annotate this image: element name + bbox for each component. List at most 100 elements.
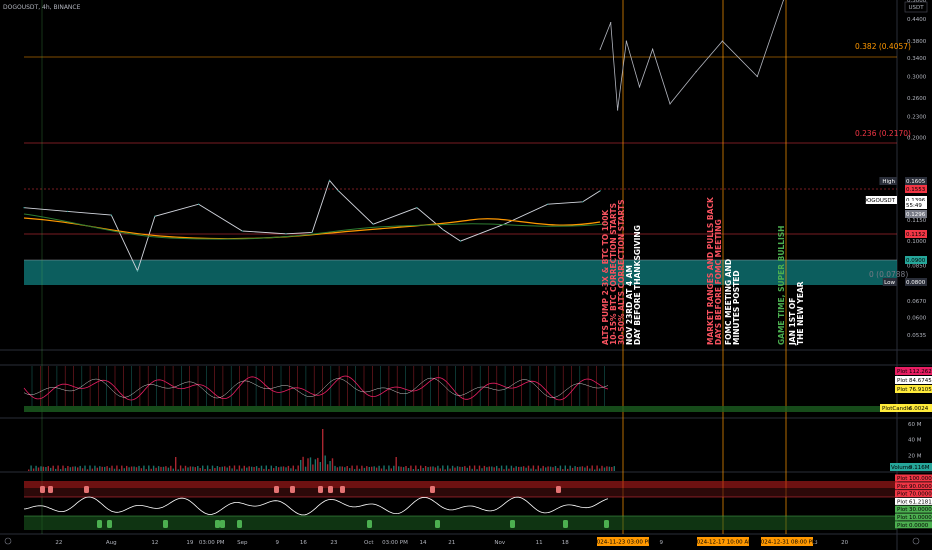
time-tick-label: 18 xyxy=(562,540,569,546)
price-tick-label: 0.4400 xyxy=(907,17,927,23)
volume-bar xyxy=(290,468,292,471)
rsi-overbought-mark xyxy=(274,486,279,493)
osc-tag-value: 76.9105 xyxy=(909,387,932,393)
volume-bar xyxy=(437,465,439,471)
volume-bar xyxy=(368,467,370,471)
rsi-oversold-mark xyxy=(563,520,568,528)
price-point xyxy=(372,223,374,225)
volume-bar xyxy=(216,466,219,471)
price-point xyxy=(241,230,243,232)
volume-bar xyxy=(606,466,608,471)
volume-bar xyxy=(451,465,454,471)
volume-bar xyxy=(189,466,192,471)
volume-bar xyxy=(304,466,307,471)
volume-tick-label: 20 M xyxy=(908,453,922,459)
volume-bar xyxy=(567,468,569,471)
volume-bar xyxy=(231,468,233,471)
price-tag-value: 0.1152 xyxy=(906,232,925,238)
volume-bar xyxy=(366,466,368,471)
volume-bar xyxy=(471,468,473,471)
volume-bar xyxy=(236,469,238,471)
time-tick-label: 23 xyxy=(330,540,337,546)
volume-bar xyxy=(385,469,388,471)
time-tag-label: 2024-12-17 10:00 AM xyxy=(693,540,753,546)
volume-bar xyxy=(179,465,182,471)
price-point xyxy=(198,203,200,205)
price-point xyxy=(311,231,313,233)
price-pane[interactable] xyxy=(0,0,897,350)
volume-bar xyxy=(126,465,128,471)
price-tick-label: 0.0535 xyxy=(907,333,927,339)
volume-bar xyxy=(89,465,91,471)
volume-bar xyxy=(81,468,84,471)
time-tag-label: 2024-12-31 08:00 PM xyxy=(757,540,817,546)
volume-bar xyxy=(478,465,481,471)
price-point xyxy=(442,229,444,231)
volume-bar xyxy=(297,465,299,471)
volume-bar xyxy=(417,469,419,471)
volume-bar xyxy=(118,469,121,471)
volume-bar xyxy=(72,466,74,471)
volume-bar xyxy=(251,466,253,471)
rsi-overbought-mark xyxy=(48,486,53,493)
volume-bar xyxy=(42,466,45,471)
volume-bar xyxy=(121,465,123,471)
volume-bar xyxy=(513,467,515,471)
volume-bar xyxy=(241,468,243,471)
volume-bar xyxy=(148,465,150,471)
rsi-oversold-mark xyxy=(604,520,609,528)
volume-bar xyxy=(530,468,532,471)
volume-bar xyxy=(339,466,341,471)
currency-label: USDT xyxy=(908,5,924,11)
price-point xyxy=(669,103,671,105)
annotation-text: DAYS BEFORE FOMC MEETING xyxy=(714,219,723,345)
time-tick-label: 03:00 PM xyxy=(382,540,408,546)
volume-bar xyxy=(351,465,353,471)
volume-bar xyxy=(611,467,613,471)
rsi-tag-label: Plot xyxy=(897,492,908,498)
price-tick-label: 0.3000 xyxy=(907,75,927,81)
price-tag-value: 0.0800 xyxy=(906,280,926,286)
volume-bar xyxy=(415,465,417,471)
price-tag-value: 0.1296 xyxy=(906,212,926,218)
volume-bar xyxy=(547,466,549,471)
rsi-tag-value: 90.0000 xyxy=(909,484,932,490)
rsi-oversold-mark xyxy=(237,520,242,528)
volume-bar xyxy=(532,465,535,471)
volume-bar xyxy=(30,465,32,471)
volume-bar xyxy=(96,467,98,471)
rsi-tag-value: 0.0000 xyxy=(909,523,929,529)
rsi-overbought-mark xyxy=(290,486,295,493)
price-tag-label: DOGOUSDT xyxy=(863,198,896,204)
volume-bar xyxy=(255,466,258,471)
volume-bar xyxy=(429,466,432,471)
volume-bar xyxy=(285,467,287,471)
plotcandle-label: PlotCandle xyxy=(882,406,912,412)
price-point xyxy=(23,207,25,209)
volume-bar xyxy=(228,465,231,471)
fib-label-0236: 0.236 (0.2170) xyxy=(855,129,911,138)
volume-bar xyxy=(571,467,574,471)
rsi-tag-value: 70.0000 xyxy=(909,492,932,498)
volume-bar xyxy=(380,468,383,471)
volume-bar xyxy=(157,466,160,471)
volume-bar xyxy=(224,466,226,471)
volume-tick-label: 40 M xyxy=(908,438,922,444)
volume-bar xyxy=(439,468,441,471)
volume-bar xyxy=(270,465,272,471)
volume-bar xyxy=(456,466,459,471)
volume-bar xyxy=(500,465,503,471)
volume-bar xyxy=(62,465,64,471)
rsi-upper-band xyxy=(24,488,897,497)
volume-bar xyxy=(113,468,116,471)
volume-bar xyxy=(55,468,57,471)
price-tick-label: 0.2600 xyxy=(907,96,927,102)
trading-chart[interactable]: DOGOUSDT, 4h, BINANCE USDT 0.382 (0.4057… xyxy=(0,0,932,550)
volume-bar xyxy=(123,468,125,471)
annotation-text: MINUTES POSTED xyxy=(732,270,741,345)
rsi-oversold-mark xyxy=(107,520,112,528)
time-tick-label: 9 xyxy=(660,540,664,546)
volume-bar xyxy=(258,467,260,471)
price-tick-label: 0.3400 xyxy=(907,56,927,62)
volume-bar xyxy=(344,467,346,471)
